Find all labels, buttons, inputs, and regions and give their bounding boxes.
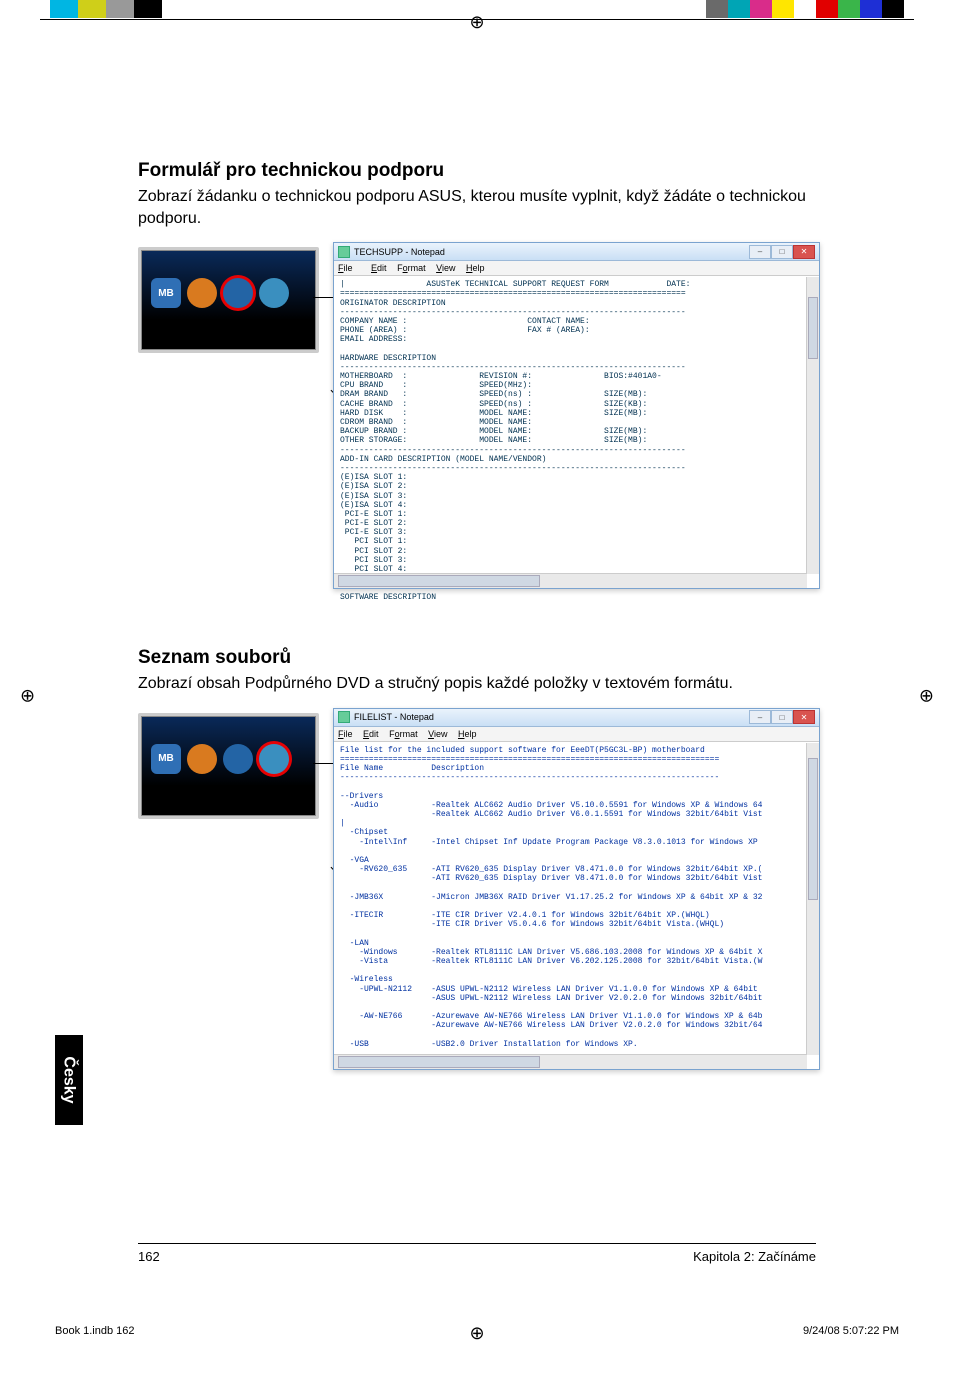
- window-minimize-button[interactable]: –: [749, 245, 771, 259]
- notepad-app-icon: [338, 711, 350, 723]
- heading-tech-support-form: Formulář pro technickou podporu: [138, 160, 818, 182]
- print-slug-datetime: 9/24/08 5:07:22 PM: [803, 1325, 899, 1337]
- notepad-menubar[interactable]: File Edit Format View Help: [334, 727, 819, 742]
- registration-mark-bottom: ⊕: [469, 1323, 484, 1344]
- notepad-content-techsupp[interactable]: | ASUSTeK TECHNICAL SUPPORT REQUEST FORM…: [334, 276, 819, 604]
- footer-rule: [138, 1243, 816, 1244]
- horizontal-scrollbar[interactable]: [334, 573, 807, 588]
- registration-mark-left: ⊕: [20, 686, 35, 707]
- vertical-scrollbar[interactable]: [806, 743, 819, 1055]
- registration-mark-right: ⊕: [919, 686, 934, 707]
- notepad-title: FILELIST - Notepad: [354, 712, 434, 722]
- window-close-button[interactable]: ✕: [793, 710, 815, 724]
- menu-format[interactable]: Format: [389, 729, 418, 739]
- menu-edit[interactable]: Edit: [371, 263, 387, 273]
- scroll-thumb[interactable]: [338, 575, 540, 587]
- notepad-menubar[interactable]: File Edit Format View Help: [334, 261, 819, 276]
- notepad-titlebar[interactable]: TECHSUPP - Notepad – □ ✕: [334, 243, 819, 261]
- window-minimize-button[interactable]: –: [749, 710, 771, 724]
- print-slug-filename: Book 1.indb 162: [55, 1325, 135, 1337]
- page-number: 162: [138, 1249, 160, 1264]
- thumb-icon-motherboard: MB: [151, 744, 181, 774]
- figure-filelist: MB FILELIST - Notepad – □ ✕: [138, 713, 818, 1033]
- menu-help[interactable]: Help: [466, 263, 485, 273]
- menu-format[interactable]: Format: [397, 263, 426, 273]
- notepad-window-techsupp: TECHSUPP - Notepad – □ ✕ File Edit Forma…: [333, 242, 820, 589]
- thumb-icon-manual-highlighted: [223, 278, 253, 308]
- figure-techsupp: MB TECHSUPP - Notepad – □ ✕ File Edit Fo…: [138, 247, 818, 537]
- menu-file[interactable]: File: [338, 263, 361, 273]
- callout-line: [313, 297, 334, 388]
- thumb-icon-filelist-highlighted: [259, 744, 289, 774]
- scroll-thumb[interactable]: [338, 1056, 540, 1068]
- paragraph-tech-support-form: Zobrazí žádanku o technickou podporu ASU…: [138, 186, 818, 229]
- dvd-menu-thumbnail: MB: [138, 247, 319, 353]
- notepad-app-icon: [338, 246, 350, 258]
- thumb-icon-filelist: [259, 278, 289, 308]
- registration-mark-top: ⊕: [469, 12, 484, 33]
- chapter-label: Kapitola 2: Začínáme: [693, 1249, 816, 1264]
- language-tab: Česky: [55, 1035, 83, 1125]
- thumb-icon-manual: [223, 744, 253, 774]
- thumb-icon-drivers: [187, 744, 217, 774]
- window-maximize-button[interactable]: □: [771, 710, 793, 724]
- window-close-button[interactable]: ✕: [793, 245, 815, 259]
- notepad-title: TECHSUPP - Notepad: [354, 247, 445, 257]
- callout-line: [313, 763, 334, 865]
- menu-file[interactable]: File: [338, 729, 353, 739]
- dvd-menu-thumbnail: MB: [138, 713, 319, 819]
- notepad-window-filelist: FILELIST - Notepad – □ ✕ File Edit Forma…: [333, 708, 820, 1070]
- paragraph-filelist: Zobrazí obsah Podpůrného DVD a stručný p…: [138, 673, 818, 695]
- heading-filelist: Seznam souborů: [138, 647, 818, 669]
- thumb-icon-motherboard: MB: [151, 278, 181, 308]
- menu-help[interactable]: Help: [458, 729, 477, 739]
- language-tab-label: Česky: [60, 1056, 78, 1103]
- menu-view[interactable]: View: [436, 263, 455, 273]
- horizontal-scrollbar[interactable]: [334, 1054, 807, 1069]
- menu-edit[interactable]: Edit: [363, 729, 379, 739]
- vertical-scrollbar[interactable]: [806, 277, 819, 574]
- scroll-thumb[interactable]: [808, 758, 818, 900]
- notepad-titlebar[interactable]: FILELIST - Notepad – □ ✕: [334, 709, 819, 727]
- window-maximize-button[interactable]: □: [771, 245, 793, 259]
- thumb-icon-drivers: [187, 278, 217, 308]
- scroll-thumb[interactable]: [808, 297, 818, 359]
- menu-view[interactable]: View: [428, 729, 447, 739]
- notepad-content-filelist[interactable]: File list for the included support softw…: [334, 742, 819, 1051]
